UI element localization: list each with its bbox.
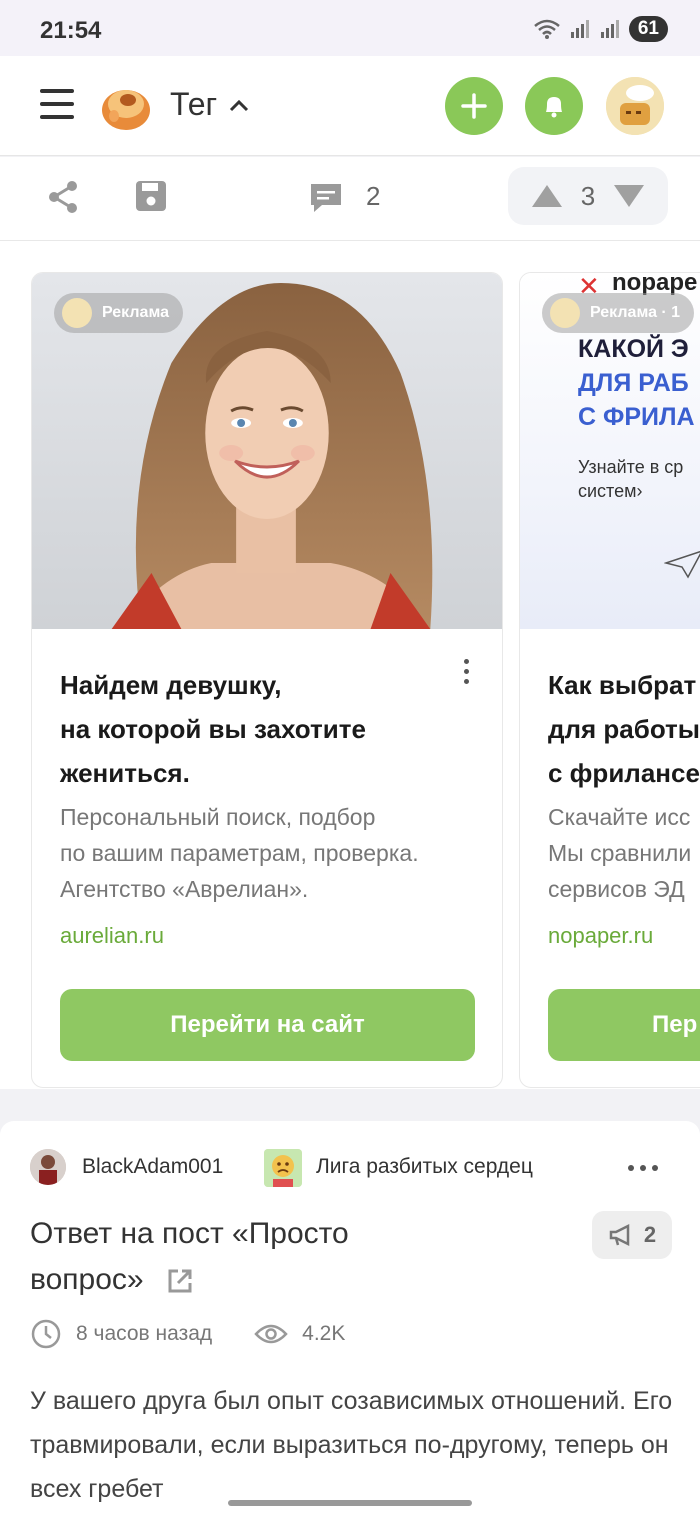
community-avatar-image [264,1149,302,1187]
post-action-bar: 2 3 [0,157,700,241]
logo-icon[interactable] [100,80,152,132]
advertiser-icon [550,298,580,328]
ad-cta-button[interactable]: Перейти на сайт [60,989,475,1061]
ad-cta-button[interactable]: Пер [548,989,700,1061]
ad-card[interactable]: Реклама Найдем девушку, на которой вы за… [31,272,503,1088]
author-avatar[interactable] [30,1149,66,1185]
post-meta: 8 часов назад 4.2K [30,1318,345,1350]
author-avatar-image [30,1149,66,1185]
comment-icon[interactable] [308,181,344,215]
user-avatar[interactable] [606,77,664,135]
clock-icon [31,1319,61,1349]
external-link-icon[interactable] [166,1267,194,1295]
eye-icon [254,1324,288,1344]
ad-description: Персональный поиск, подбор по вашим пара… [60,804,419,902]
save-icon[interactable] [134,179,168,213]
add-post-button[interactable] [445,77,503,135]
comment-count[interactable]: 2 [366,181,380,212]
header-title[interactable]: Тег [170,86,249,123]
share-icon[interactable] [46,179,80,215]
responses-count: 2 [643,1222,657,1247]
post-views: 4.2K [302,1322,346,1345]
ad-hero-subline: систем› [578,481,643,501]
post-more-icon[interactable] [628,1165,658,1171]
ad-badge-label: Реклама · 1 [590,304,681,321]
ad-more-icon[interactable] [464,659,470,689]
status-icons: 61 [533,16,668,42]
plus-icon [461,93,487,119]
ad-badge: Реклама [54,293,183,333]
post-time: 8 часов назад [76,1322,213,1345]
upvote-icon[interactable] [530,183,564,209]
paper-plane-icon [664,550,700,579]
battery-indicator: 61 [628,16,668,42]
ad-hero-subline: Узнайте в ср [578,457,684,477]
ad-card[interactable]: ✕ nopape КАКОЙ Э ДЛЯ РАБ С ФРИЛА Узнайте… [519,272,700,1088]
post-card: BlackAdam001 Лига разбитых сердец Ответ … [0,1121,700,1517]
post-title[interactable]: Ответ на пост «Просто вопрос» [30,1211,450,1303]
rating-value: 3 [580,180,596,211]
ad-hero-line: С ФРИЛА [578,403,695,431]
wifi-icon [534,19,560,39]
ad-domain[interactable]: aurelian.ru [60,923,164,949]
signal-icon [570,20,589,38]
status-time: 21:54 [40,17,102,44]
header-title-label: Тег [170,86,218,122]
ad-title[interactable]: Найдем девушку, на которой вы захотите ж… [60,663,460,795]
app-header: Тег [0,56,700,156]
post-body[interactable]: У вашего друга был опыт созависимых отно… [30,1379,680,1511]
ad-domain[interactable]: nopaper.ru [548,923,653,949]
community-name[interactable]: Лига разбитых сердец [316,1155,533,1179]
ad-hero-line: КАКОЙ Э [578,335,689,363]
ad-badge-label: Реклама [102,304,169,321]
community-icon[interactable] [264,1149,302,1187]
ad-badge: Реклама · 1 [542,293,695,333]
notifications-button[interactable] [525,77,583,135]
author-name[interactable]: BlackAdam001 [82,1155,223,1179]
home-indicator[interactable] [228,1500,472,1506]
megaphone-icon [609,1223,630,1247]
ad-hero-line: ДЛЯ РАБ [578,369,689,397]
ad-carousel[interactable]: Реклама Найдем девушку, на которой вы за… [0,241,700,1089]
advertiser-icon [62,298,92,328]
rating-control: 3 [508,167,668,225]
avatar-icon [606,77,664,135]
bell-icon [546,97,562,118]
menu-icon[interactable] [40,89,74,123]
status-bar: 21:54 61 [0,0,700,56]
chevron-up-icon [230,99,249,111]
ad-title[interactable]: Как выбрат для работы с фрилансе [548,663,700,795]
responses-badge[interactable]: 2 [592,1211,672,1259]
signal-icon-2 [600,20,619,38]
downvote-icon[interactable] [612,183,646,209]
ad-description: Скачайте исс Мы сравнили сервисов ЭД [548,804,692,902]
